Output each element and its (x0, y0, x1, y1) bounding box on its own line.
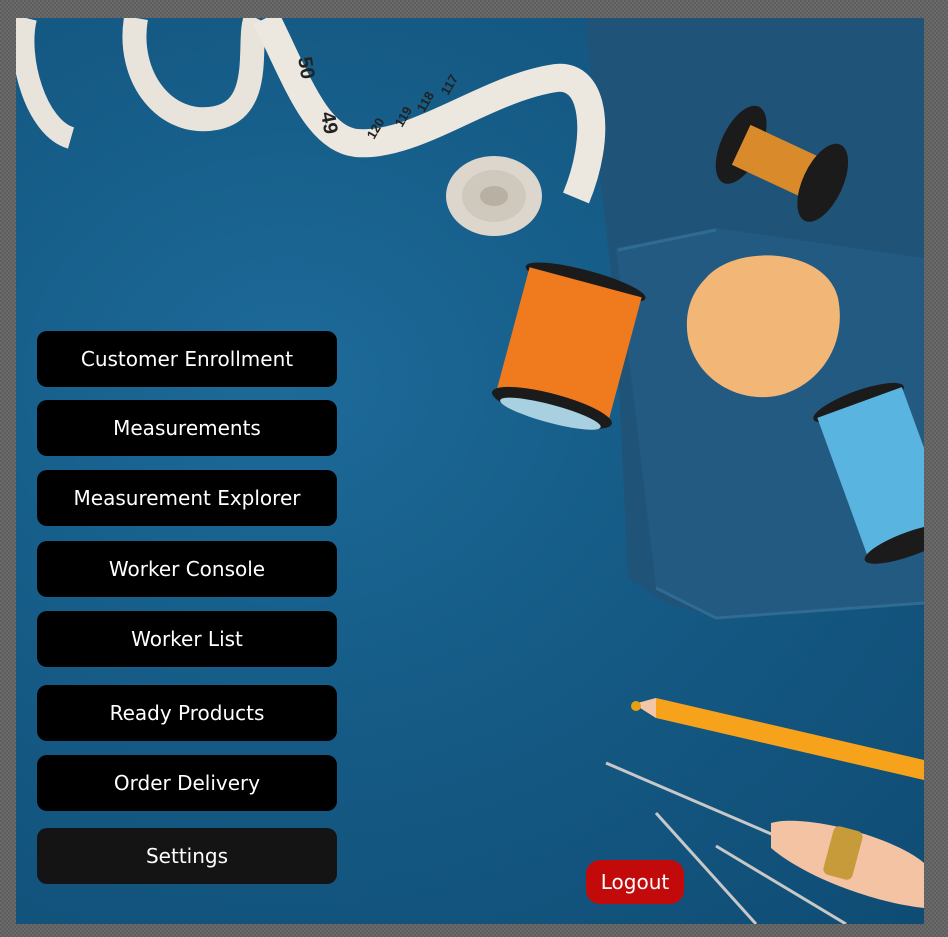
app-window: 50 49 120 119 118 117 Customer Enrollmen… (16, 18, 924, 924)
worker-console-button[interactable]: Worker Console (37, 541, 337, 597)
ready-products-button[interactable]: Ready Products (37, 685, 337, 741)
measurement-explorer-button[interactable]: Measurement Explorer (37, 470, 337, 526)
order-delivery-button[interactable]: Order Delivery (37, 755, 337, 811)
logout-button[interactable]: Logout (586, 860, 684, 904)
tape-number-117: 117 (438, 72, 461, 98)
measuring-tape-image (16, 18, 606, 236)
settings-button[interactable]: Settings (37, 828, 337, 884)
customer-enrollment-button[interactable]: Customer Enrollment (37, 331, 337, 387)
pencil-image (631, 698, 924, 780)
measurements-button[interactable]: Measurements (37, 400, 337, 456)
worker-list-button[interactable]: Worker List (37, 611, 337, 667)
tape-number-50: 50 (293, 55, 319, 81)
tape-number-49: 49 (316, 110, 342, 136)
